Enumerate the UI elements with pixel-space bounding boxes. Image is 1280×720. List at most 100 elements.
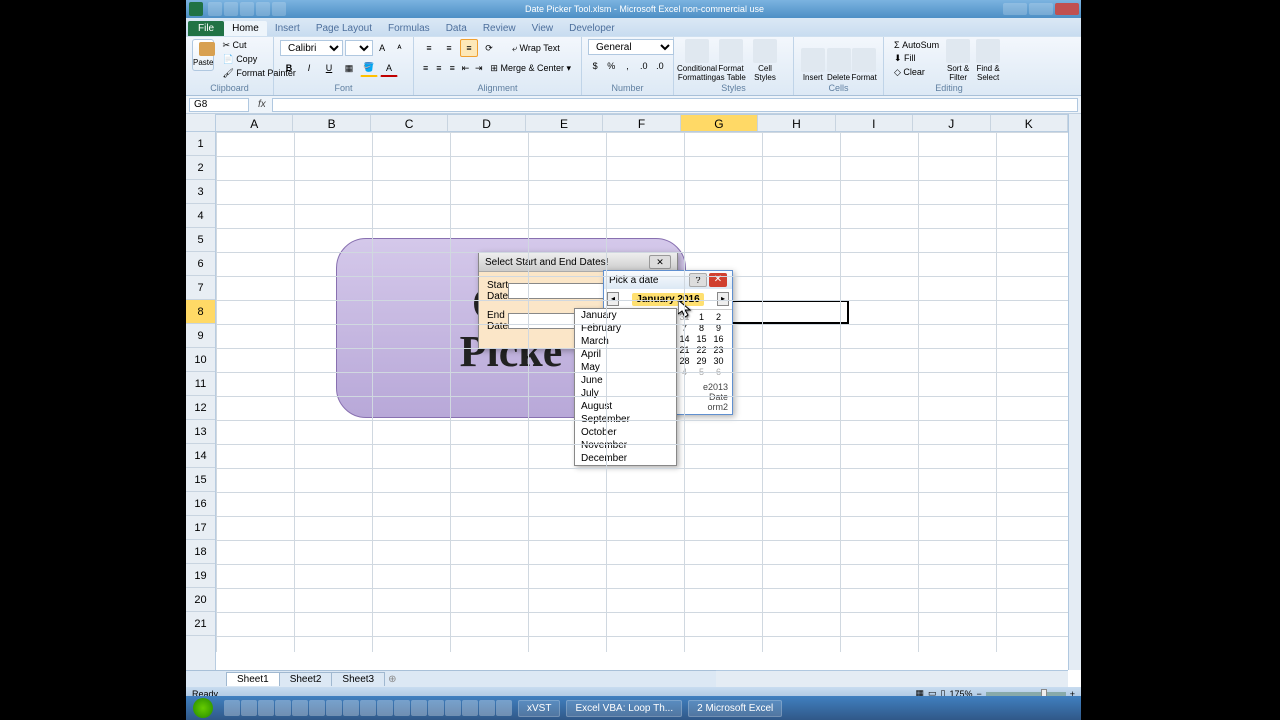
row-header[interactable]: 8: [186, 300, 215, 324]
taskbar-pinned-icon[interactable]: [292, 700, 308, 716]
tab-view[interactable]: View: [524, 21, 562, 36]
align-top-icon[interactable]: ≡: [420, 39, 438, 57]
column-header[interactable]: H: [758, 115, 835, 131]
month-option[interactable]: March: [575, 335, 676, 348]
font-size-select[interactable]: 11: [345, 40, 373, 56]
next-month-button[interactable]: ▸: [717, 292, 729, 306]
indent-inc-icon[interactable]: ⇥: [473, 59, 484, 77]
fill-color-button[interactable]: 🪣: [360, 59, 378, 77]
tab-review[interactable]: Review: [475, 21, 524, 36]
task-item-3[interactable]: 2 Microsoft Excel: [688, 700, 782, 717]
taskbar-pinned-icon[interactable]: [241, 700, 257, 716]
taskbar-pinned-icon[interactable]: [411, 700, 427, 716]
close-button[interactable]: [1055, 3, 1079, 15]
row-header[interactable]: 3: [186, 180, 215, 204]
calendar-day[interactable]: 1: [693, 312, 710, 323]
month-option[interactable]: July: [575, 387, 676, 400]
month-option[interactable]: October: [575, 426, 676, 439]
tab-developer[interactable]: Developer: [561, 21, 623, 36]
calendar-day[interactable]: 23: [710, 345, 727, 356]
sheet-tab-2[interactable]: Sheet2: [279, 672, 333, 686]
paste-button[interactable]: Paste: [192, 39, 214, 71]
align-right-icon[interactable]: ≡: [447, 59, 458, 77]
column-header[interactable]: I: [836, 115, 913, 131]
find-select-button[interactable]: Find & Select: [973, 39, 1003, 83]
row-header[interactable]: 4: [186, 204, 215, 228]
calendar-day[interactable]: 16: [710, 334, 727, 345]
merge-center-button[interactable]: ⊞ Merge & Center ▾: [486, 62, 575, 75]
wrap-text-button[interactable]: ⤶ Wrap Text: [508, 42, 564, 55]
dec-decimal-icon[interactable]: .0: [653, 57, 667, 75]
align-bottom-icon[interactable]: ≡: [460, 39, 478, 57]
column-header[interactable]: J: [913, 115, 990, 131]
calendar-day[interactable]: 22: [693, 345, 710, 356]
taskbar-pinned-icon[interactable]: [224, 700, 240, 716]
border-button[interactable]: ▦: [340, 59, 358, 77]
new-sheet-icon[interactable]: ⊕: [388, 674, 396, 685]
month-option[interactable]: January: [575, 309, 676, 322]
column-header[interactable]: K: [991, 115, 1068, 131]
taskbar-pinned-icon[interactable]: [428, 700, 444, 716]
comma-icon[interactable]: ,: [620, 57, 634, 75]
fx-icon[interactable]: fx: [258, 99, 266, 110]
start-button[interactable]: [186, 696, 220, 720]
taskbar-pinned-icon[interactable]: [496, 700, 512, 716]
column-header[interactable]: G: [681, 115, 758, 131]
sheet-tab-1[interactable]: Sheet1: [226, 672, 280, 686]
zoom-slider[interactable]: [986, 692, 1066, 696]
column-header[interactable]: F: [603, 115, 680, 131]
format-as-table-button[interactable]: Format as Table: [714, 39, 748, 83]
calendar-day[interactable]: 30: [710, 356, 727, 367]
italic-button[interactable]: I: [300, 59, 318, 77]
calendar-day[interactable]: 29: [693, 356, 710, 367]
taskbar-pinned-icon[interactable]: [394, 700, 410, 716]
row-header[interactable]: 17: [186, 516, 215, 540]
clear-button[interactable]: ◇ Clear: [890, 66, 943, 79]
tab-insert[interactable]: Insert: [267, 21, 308, 36]
column-header[interactable]: A: [216, 115, 293, 131]
tab-home[interactable]: Home: [224, 21, 267, 36]
orientation-icon[interactable]: ⟳: [480, 39, 498, 57]
row-header[interactable]: 11: [186, 372, 215, 396]
taskbar-pinned-icon[interactable]: [275, 700, 291, 716]
format-button[interactable]: Format: [851, 39, 877, 83]
bold-button[interactable]: B: [280, 59, 298, 77]
sheet-tab-3[interactable]: Sheet3: [331, 672, 385, 686]
number-format-select[interactable]: General: [588, 39, 674, 55]
font-color-button[interactable]: A: [380, 59, 398, 77]
insert-button[interactable]: Insert: [800, 39, 826, 83]
qat-redo-icon[interactable]: [240, 2, 254, 16]
taskbar-pinned-icon[interactable]: [360, 700, 376, 716]
tab-page-layout[interactable]: Page Layout: [308, 21, 380, 36]
align-left-icon[interactable]: ≡: [420, 59, 431, 77]
tab-file[interactable]: File: [188, 21, 224, 36]
fill-button[interactable]: ⬇ Fill: [890, 52, 943, 65]
month-option[interactable]: August: [575, 400, 676, 413]
row-header[interactable]: 13: [186, 420, 215, 444]
font-name-select[interactable]: Calibri: [280, 40, 343, 56]
conditional-formatting-button[interactable]: Conditional Formatting: [680, 39, 714, 83]
row-header[interactable]: 2: [186, 156, 215, 180]
qat-icon[interactable]: [272, 2, 286, 16]
prev-month-button[interactable]: ◂: [607, 292, 619, 306]
row-header[interactable]: 15: [186, 468, 215, 492]
active-cell[interactable]: [729, 300, 849, 324]
taskbar-pinned-icon[interactable]: [326, 700, 342, 716]
task-item-2[interactable]: Excel VBA: Loop Th...: [566, 700, 682, 717]
select-all-corner[interactable]: [186, 114, 216, 132]
month-option[interactable]: December: [575, 452, 676, 465]
row-header[interactable]: 14: [186, 444, 215, 468]
decrease-font-icon[interactable]: ᴬ: [392, 39, 407, 57]
taskbar-pinned-icon[interactable]: [377, 700, 393, 716]
month-option[interactable]: June: [575, 374, 676, 387]
autosum-button[interactable]: Σ AutoSum: [890, 39, 943, 51]
qat-icon[interactable]: [256, 2, 270, 16]
taskbar-pinned-icon[interactable]: [479, 700, 495, 716]
percent-icon[interactable]: %: [604, 57, 618, 75]
minimize-button[interactable]: [1003, 3, 1027, 15]
indent-dec-icon[interactable]: ⇤: [460, 59, 471, 77]
align-middle-icon[interactable]: ≡: [440, 39, 458, 57]
taskbar-pinned-icon[interactable]: [258, 700, 274, 716]
worksheet-grid[interactable]: ABCDEFGHIJK 1234567891011121314151617181…: [186, 114, 1068, 670]
row-header[interactable]: 20: [186, 588, 215, 612]
